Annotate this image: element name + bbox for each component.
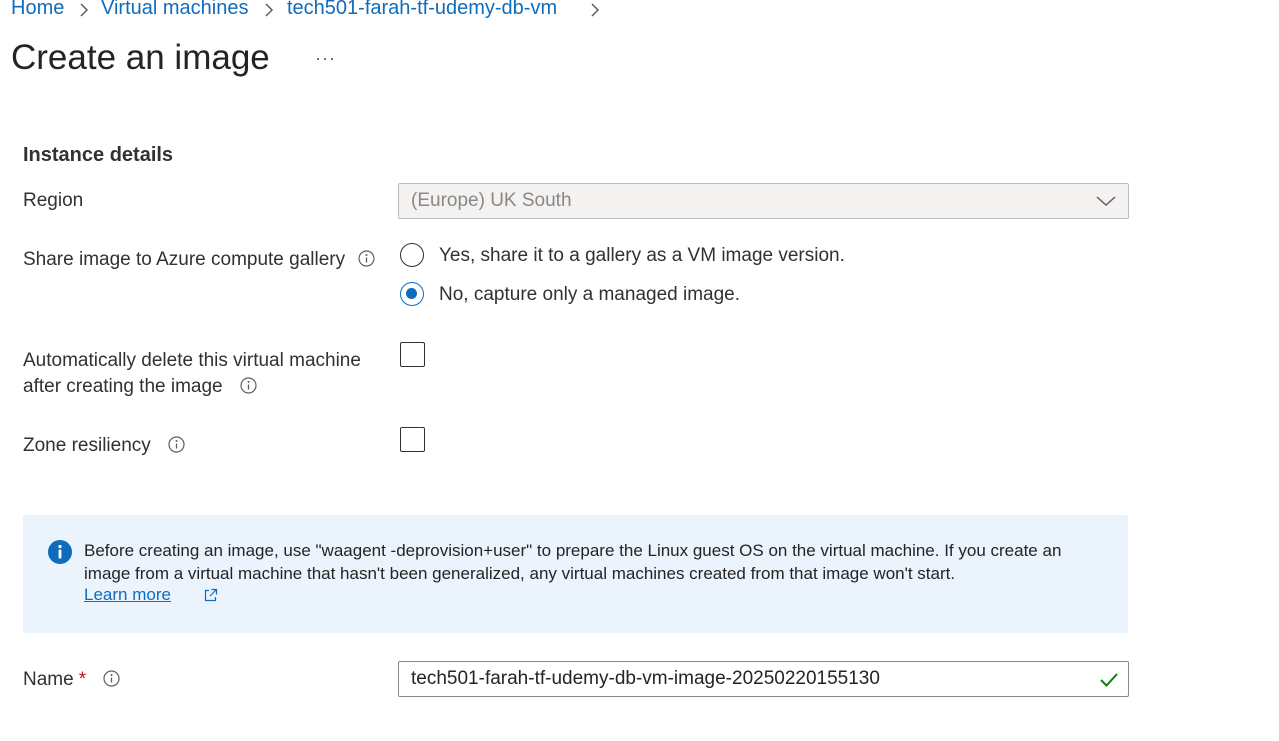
region-dropdown-value: (Europe) UK South [411,190,572,211]
learn-more-link[interactable]: Learn more [84,585,171,605]
section-title-instance-details: Instance details [23,144,174,166]
info-icon[interactable] [168,436,185,453]
name-input-value[interactable]: tech501-farah-tf-udemy-db-vm-image-20250… [411,668,880,690]
share-gallery-label: Share image to Azure compute gallery [23,249,346,270]
info-icon[interactable] [240,377,257,394]
share-gallery-label-row: Share image to Azure compute gallery [23,247,376,273]
chevron-right-icon [265,3,274,17]
name-input[interactable]: tech501-farah-tf-udemy-db-vm-image-20250… [398,661,1129,697]
share-gallery-yes-radio[interactable] [400,243,424,267]
name-label: Name [23,669,74,690]
share-gallery-no-radio[interactable] [400,282,424,306]
zone-resiliency-checkbox[interactable] [400,427,425,452]
share-gallery-no-label[interactable]: No, capture only a managed image. [439,284,740,306]
chevron-right-icon [591,3,600,17]
breadcrumb-virtual-machines-link[interactable]: Virtual machines [101,0,248,20]
checkmark-icon [1100,673,1118,687]
page-title: Create an image [11,38,270,77]
share-gallery-yes-label[interactable]: Yes, share it to a gallery as a VM image… [439,245,845,267]
external-link-icon [204,588,218,602]
more-actions-button[interactable]: ··· [315,48,336,69]
info-filled-icon [48,540,72,564]
chevron-right-icon [80,3,89,17]
region-dropdown[interactable]: (Europe) UK South [398,183,1129,219]
info-message-bar: Before creating an image, use "waagent -… [23,515,1128,633]
chevron-down-icon [1096,196,1116,207]
info-icon[interactable] [358,250,376,267]
name-label-row: Name * [23,667,120,693]
auto-delete-label-line2: after creating the image [23,376,223,397]
auto-delete-label-line1: Automatically delete this virtual machin… [23,350,361,371]
info-icon[interactable] [103,670,120,687]
auto-delete-checkbox[interactable] [400,342,425,367]
zone-resiliency-label-row: Zone resiliency [23,433,185,459]
required-marker: * [78,669,87,690]
breadcrumb-home-link[interactable]: Home [11,0,64,20]
region-label: Region [23,190,84,211]
radio-selected-dot [406,288,417,299]
auto-delete-label-row: after creating the image [23,374,257,400]
breadcrumb-vm-link[interactable]: tech501-farah-tf-udemy-db-vm [287,0,557,20]
info-message-text: Before creating an image, use "waagent -… [84,541,1062,583]
zone-resiliency-label: Zone resiliency [23,435,151,456]
